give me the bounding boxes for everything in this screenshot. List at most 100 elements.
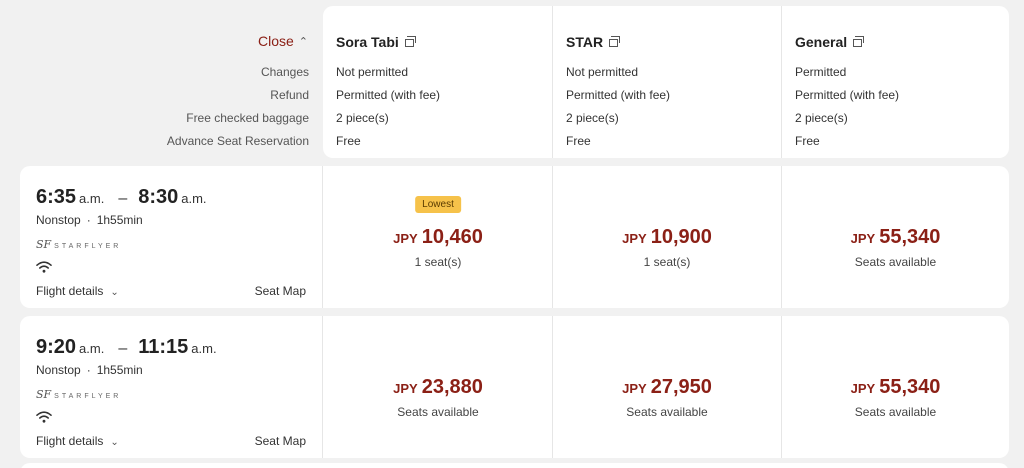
external-link-icon[interactable] [404,36,416,47]
currency: JPY [622,231,647,246]
departure-time: 9:20 [36,336,77,358]
airline-name: STARFLYER [54,243,122,250]
fare-changes: Not permitted [336,65,409,79]
flight-details-toggle[interactable]: Flight details ⌄ [36,434,119,448]
flight-row: 6:35 a.m. –8:30 a.m. Nonstop · 1h55min SF STAR… [20,166,1009,308]
flight-meta: Nonstop · 1h55min [36,363,143,377]
price-amount: 55,340 [879,376,941,398]
flight-row: 9:20 a.m. –11:15 a.m. Nonstop · 1h55min SF STA… [20,316,1009,458]
seat-availability: Seats available [854,405,937,419]
stops: Nonstop [36,363,81,377]
fare-name[interactable]: Sora Tabi [336,34,416,50]
price: JPY 10,900 [553,226,781,249]
fare-refund: Permitted (with fee) [336,88,441,102]
price: JPY 27,950 [553,376,781,399]
fare-column-sora-tabi: Sora Tabi Not permitted Permitted (with … [323,6,551,158]
fare-column-star: STAR Not permitted Permitted (with fee) … [552,6,781,158]
fare-price-cell-general[interactable]: JPY 55,340 Seats available [781,166,1009,308]
wifi-icon [36,411,52,423]
arrival-ampm: a.m. [191,341,217,356]
arrival-time: 8:30 [138,186,179,208]
flight-times: 6:35 a.m. –8:30 a.m. [36,186,207,209]
fare-price-cell-sora-tabi[interactable]: Lowest JPY 10,460 1 seat(s) [324,166,552,308]
close-label: Close [257,33,294,49]
flight-details-toggle[interactable]: Flight details ⌄ [36,284,119,298]
flight-info: 6:35 a.m. –8:30 a.m. Nonstop · 1h55min SF STAR… [20,166,323,308]
fare-seat-reservation: Free [566,134,591,148]
price: JPY 55,340 [782,376,1009,399]
separator-dot: · [86,363,91,377]
lowest-badge: Lowest [415,196,461,213]
starflyer-logo-icon: SF [36,388,52,401]
arrival-time: 11:15 [138,336,189,358]
seat-availability: 1 seat(s) [414,255,462,269]
price-amount: 55,340 [879,226,941,248]
fare-price-cell-star[interactable]: JPY 10,900 1 seat(s) [552,166,781,308]
label-seat-reservation: Advance Seat Reservation [166,134,309,148]
price: JPY 10,460 [324,226,552,249]
fare-seat-reservation: Free [336,134,361,148]
departure-ampm: a.m. [79,341,105,356]
starflyer-logo-icon: SF [36,238,52,251]
price-amount: 23,880 [421,376,483,398]
label-changes: Changes [260,65,309,79]
fare-column-general: General Permitted Permitted (with fee) 2… [781,6,1009,158]
price-amount: 10,900 [650,226,712,248]
seat-availability: Seats available [854,255,937,269]
flight-info: 9:20 a.m. –11:15 a.m. Nonstop · 1h55min SF STA… [20,316,323,458]
label-baggage: Free checked baggage [186,111,309,125]
seat-availability: 1 seat(s) [643,255,691,269]
fare-rules-card: Sora Tabi Not permitted Permitted (with … [323,6,1009,158]
fare-name[interactable]: STAR [566,34,621,50]
price-amount: 27,950 [650,376,712,398]
wifi-icon [36,261,52,273]
close-button[interactable]: Close ⌃ [258,33,308,49]
stops: Nonstop [36,213,81,227]
price: JPY 55,340 [782,226,1009,249]
time-separator: – [118,340,128,357]
duration: 1h55min [96,213,143,227]
chevron-down-icon: ⌄ [110,437,119,448]
currency: JPY [850,381,876,396]
fare-price-cell-sora-tabi[interactable]: JPY 23,880 Seats available [324,316,552,458]
external-link-icon[interactable] [609,36,621,47]
airline-logo: SF STARFLYER [36,388,121,401]
fare-baggage: 2 piece(s) [566,111,619,125]
price-amount: 10,460 [421,226,483,248]
departure-time: 6:35 [36,186,77,208]
price: JPY 23,880 [324,376,552,399]
chevron-down-icon: ⌄ [110,287,119,298]
fare-name[interactable]: General [795,34,865,50]
label-refund: Refund [270,88,309,102]
airline-name: STARFLYER [54,393,122,400]
currency: JPY [622,381,647,396]
fare-price-cell-star[interactable]: JPY 27,950 Seats available [552,316,781,458]
currency: JPY [393,381,418,396]
arrival-ampm: a.m. [181,191,207,206]
fare-baggage: 2 piece(s) [795,111,848,125]
flight-times: 9:20 a.m. –11:15 a.m. [36,336,217,359]
chevron-up-icon: ⌃ [298,36,308,48]
fare-changes: Permitted [795,65,847,79]
fare-seat-reservation: Free [795,134,820,148]
currency: JPY [850,231,876,246]
departure-ampm: a.m. [79,191,105,206]
time-separator: – [118,190,128,207]
seat-map-link[interactable]: Seat Map [255,434,306,448]
airline-logo: SF STARFLYER [36,238,121,251]
fare-price-cell-general[interactable]: JPY 55,340 Seats available [781,316,1009,458]
seat-availability: Seats available [626,405,708,419]
fare-refund: Permitted (with fee) [566,88,671,102]
fare-changes: Not permitted [566,65,639,79]
duration: 1h55min [96,363,143,377]
seat-availability: Seats available [397,405,479,419]
fare-baggage: 2 piece(s) [336,111,389,125]
fare-rules-labels: Close ⌃ Changes Refund Free checked bagga… [0,6,322,158]
external-link-icon[interactable] [853,36,865,47]
flight-row-partial [20,463,1009,468]
separator-dot: · [86,213,91,227]
flight-meta: Nonstop · 1h55min [36,213,143,227]
fare-refund: Permitted (with fee) [795,88,900,102]
currency: JPY [393,231,418,246]
seat-map-link[interactable]: Seat Map [255,284,306,298]
